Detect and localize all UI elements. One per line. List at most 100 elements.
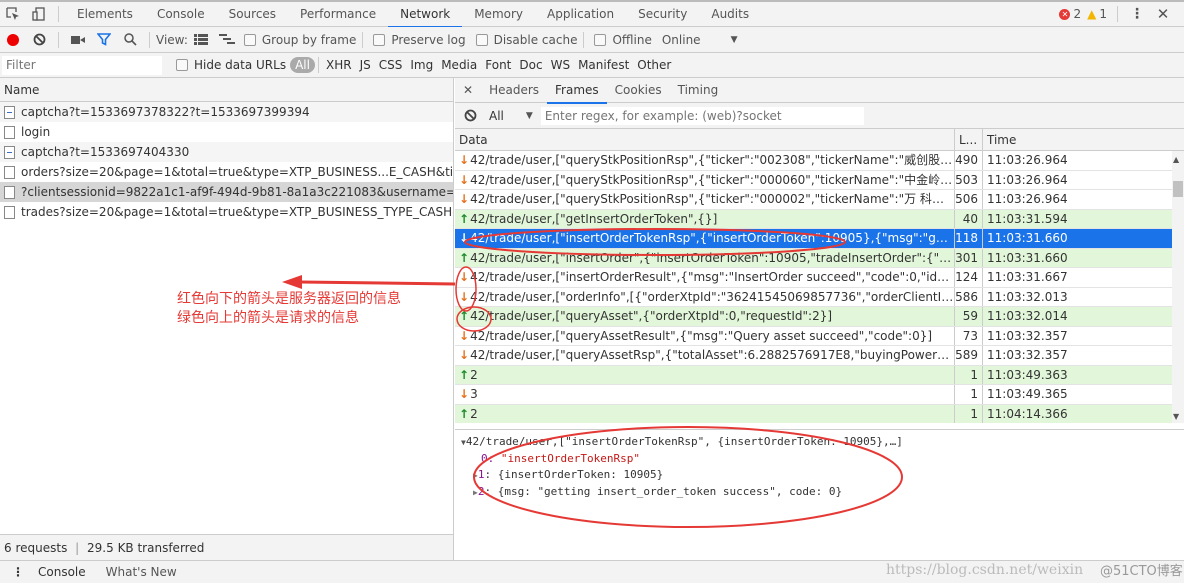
sent-frame-row[interactable]: ↑42/trade/user,["queryAsset",{"orderXtpI… — [455, 307, 1184, 327]
frames-scrollbar[interactable]: ▲ ▼ — [1172, 151, 1184, 423]
filter-toggle-button[interactable] — [91, 27, 117, 52]
inspect-element-icon[interactable] — [0, 2, 26, 27]
detail-tabbar: ✕ Headers Frames Cookies Timing — [455, 78, 1184, 104]
clear-frames-icon[interactable] — [464, 109, 477, 122]
tab-audits[interactable]: Audits — [699, 2, 761, 27]
image-file-icon — [4, 105, 15, 119]
received-frame-row[interactable]: ↓3 1 11:03:49.365 — [455, 385, 1184, 405]
disable-cache-checkbox[interactable] — [475, 33, 488, 46]
sent-frame-row[interactable]: ↑42/trade/user,["insertOrder",{"insertOr… — [455, 248, 1184, 268]
more-options-icon[interactable]: ⋮ — [1124, 2, 1150, 27]
length-column-header[interactable]: L... — [955, 129, 983, 150]
hide-data-urls-checkbox[interactable] — [176, 59, 188, 71]
tab-network[interactable]: Network — [388, 2, 463, 28]
preserve-log-label: Preserve log — [391, 32, 466, 47]
type-filter-js[interactable]: JS — [356, 58, 375, 72]
filter-input[interactable] — [2, 55, 162, 75]
drawer-menu-icon[interactable]: ⋮ — [12, 565, 24, 579]
transferred-size: 29.5 KB transferred — [87, 541, 205, 555]
device-toolbar-icon[interactable] — [26, 2, 52, 27]
frame-length: 589 — [955, 346, 983, 365]
tab-sources[interactable]: Sources — [217, 2, 288, 27]
tab-performance[interactable]: Performance — [288, 2, 388, 27]
type-filter-doc[interactable]: Doc — [515, 58, 546, 72]
received-frame-row[interactable]: ↓42/trade/user,["queryStkPositionRsp",{"… — [455, 190, 1184, 210]
overview-view-button[interactable] — [214, 27, 240, 52]
request-row[interactable]: orders?size=20&page=1&total=true&type=XT… — [0, 162, 453, 182]
close-devtools-icon[interactable]: ✕ — [1150, 2, 1176, 27]
tab-elements[interactable]: Elements — [65, 2, 145, 27]
type-filter-manifest[interactable]: Manifest — [574, 58, 633, 72]
large-rows-view-button[interactable] — [188, 27, 214, 52]
item-value: "insertOrderTokenRsp" — [500, 452, 640, 465]
frame-data-text: 2 — [470, 367, 478, 382]
annotation-text: 红色向下的箭头是服务器返回的信息 绿色向上的箭头是请求的信息 — [177, 290, 401, 328]
frame-detail-item[interactable]: ▶1: {insertOrderToken: 10905} — [461, 467, 1184, 484]
received-frame-row[interactable]: ↓42/trade/user,["orderInfo",[{"orderXtpI… — [455, 287, 1184, 307]
tab-memory[interactable]: Memory — [462, 2, 535, 27]
data-column-header[interactable]: Data — [455, 129, 955, 150]
received-frame-row[interactable]: ↓42/trade/user,["insertOrderResult",{"ms… — [455, 268, 1184, 288]
type-filter-ws[interactable]: WS — [547, 58, 574, 72]
divider — [58, 31, 59, 48]
regex-filter-input[interactable] — [540, 106, 864, 125]
scroll-up-icon[interactable]: ▲ — [1173, 155, 1179, 164]
request-row[interactable]: login — [0, 122, 453, 142]
request-row[interactable]: captcha?t=1533697378322?t=1533697399394 — [0, 102, 453, 122]
tab-headers[interactable]: Headers — [481, 78, 547, 103]
video-camera-icon — [71, 35, 85, 44]
frame-data: ↓42/trade/user,["queryAssetResult",{"msg… — [455, 326, 955, 345]
type-filter-font[interactable]: Font — [481, 58, 515, 72]
time-column-header[interactable]: Time — [983, 129, 1184, 150]
frame-type-select[interactable]: All ▼ — [489, 109, 533, 123]
type-filter-media[interactable]: Media — [437, 58, 481, 72]
tab-cookies[interactable]: Cookies — [607, 78, 670, 103]
offline-checkbox[interactable] — [594, 33, 607, 46]
frame-time: 11:03:31.667 — [987, 270, 1068, 284]
sent-frame-row[interactable]: ↑2 1 11:04:14.366 — [455, 404, 1184, 423]
close-detail-icon[interactable]: ✕ — [455, 83, 481, 97]
frame-detail-item[interactable]: ▶2: {msg: "getting insert_order_token su… — [461, 484, 1184, 501]
frame-time: 11:03:26.964 — [987, 172, 1068, 187]
tab-application[interactable]: Application — [535, 2, 626, 27]
search-button[interactable] — [117, 27, 143, 52]
request-row[interactable]: captcha?t=1533697404330 — [0, 142, 453, 162]
type-filter-xhr[interactable]: XHR — [322, 58, 356, 72]
tab-frames[interactable]: Frames — [547, 78, 607, 104]
frame-time: 11:03:32.357 — [987, 328, 1068, 343]
screenshot-button[interactable] — [65, 27, 91, 52]
type-filter-css[interactable]: CSS — [375, 58, 407, 72]
received-frame-row[interactable]: ↓42/trade/user,["queryAssetResult",{"msg… — [455, 326, 1184, 346]
request-name: captcha?t=1533697378322?t=1533697399394 — [21, 105, 310, 119]
clear-button[interactable] — [26, 27, 52, 52]
frame-data: ↓42/trade/user,["queryAssetRsp",{"totalA… — [455, 346, 955, 365]
received-frame-row[interactable]: ↓42/trade/user,["insertOrderTokenRsp",{"… — [455, 229, 1184, 249]
type-filter-img[interactable]: Img — [406, 58, 437, 72]
received-frame-row[interactable]: ↓42/trade/user,["queryAssetRsp",{"totalA… — [455, 346, 1184, 366]
tab-timing[interactable]: Timing — [670, 78, 727, 103]
sent-frame-row[interactable]: ↑2 1 11:03:49.363 — [455, 365, 1184, 385]
frame-detail-summary[interactable]: ▼42/trade/user,["insertOrderTokenRsp", {… — [461, 434, 1184, 451]
frames-table-header: Data L... Time — [455, 129, 1184, 151]
request-row[interactable]: ?clientsessionid=9822a1c1-af9f-494d-9b81… — [0, 182, 453, 202]
tab-security[interactable]: Security — [626, 2, 699, 27]
frames-table: ↓42/trade/user,["queryStkPositionRsp",{"… — [455, 151, 1184, 423]
scrollbar-thumb[interactable] — [1173, 181, 1183, 197]
preserve-log-checkbox[interactable] — [373, 33, 386, 46]
throttling-select[interactable]: Online ▼ — [662, 33, 738, 47]
error-counter[interactable]: ✕ 2 ▲ 1 — [1059, 7, 1107, 21]
scroll-down-icon[interactable]: ▼ — [1173, 412, 1179, 421]
group-by-frame-checkbox[interactable] — [243, 33, 256, 46]
sent-frame-row[interactable]: ↑42/trade/user,["getInsertOrderToken",{}… — [455, 209, 1184, 229]
record-button[interactable] — [0, 27, 26, 52]
drawer-tab-whats-new[interactable]: What's New — [106, 565, 177, 579]
received-frame-row[interactable]: ↓42/trade/user,["queryStkPositionRsp",{"… — [455, 170, 1184, 190]
tab-console[interactable]: Console — [145, 2, 217, 27]
request-row[interactable]: trades?size=20&page=1&total=true&type=XT… — [0, 202, 453, 222]
name-column-header[interactable]: Name — [0, 78, 453, 102]
error-count: 2 — [1073, 7, 1082, 21]
type-filter-other[interactable]: Other — [633, 58, 675, 72]
drawer-tab-console[interactable]: Console — [38, 565, 86, 579]
type-filter-all[interactable]: All — [290, 57, 315, 73]
received-frame-row[interactable]: ↓42/trade/user,["queryStkPositionRsp",{"… — [455, 151, 1184, 171]
